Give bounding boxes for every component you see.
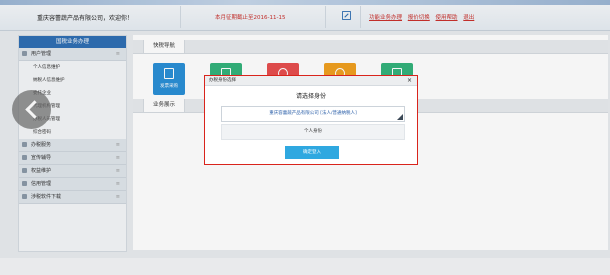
dialog-header-title: 办税身份选择 bbox=[209, 78, 236, 83]
selected-check-icon bbox=[397, 114, 403, 120]
identity-option-label: 个人身份 bbox=[304, 129, 322, 134]
close-icon[interactable]: × bbox=[407, 76, 412, 85]
identity-option-personal[interactable]: 个人身份 bbox=[221, 124, 405, 140]
dialog-title: 请选择身份 bbox=[295, 93, 326, 100]
identity-option-label: 重庆容蕾蔬产品有限公司 [法人/普通纳税人] bbox=[269, 111, 357, 116]
dialog-header: 办税身份选择 × bbox=[205, 76, 417, 86]
confirm-login-button[interactable]: 确定登入 bbox=[285, 146, 339, 159]
identity-dialog: 办税身份选择 × 请选择身份 重庆容蕾蔬产品有限公司 [法人/普通纳税人] 个人… bbox=[204, 75, 418, 165]
identity-option-company[interactable]: 重庆容蕾蔬产品有限公司 [法人/普通纳税人] bbox=[221, 106, 405, 122]
